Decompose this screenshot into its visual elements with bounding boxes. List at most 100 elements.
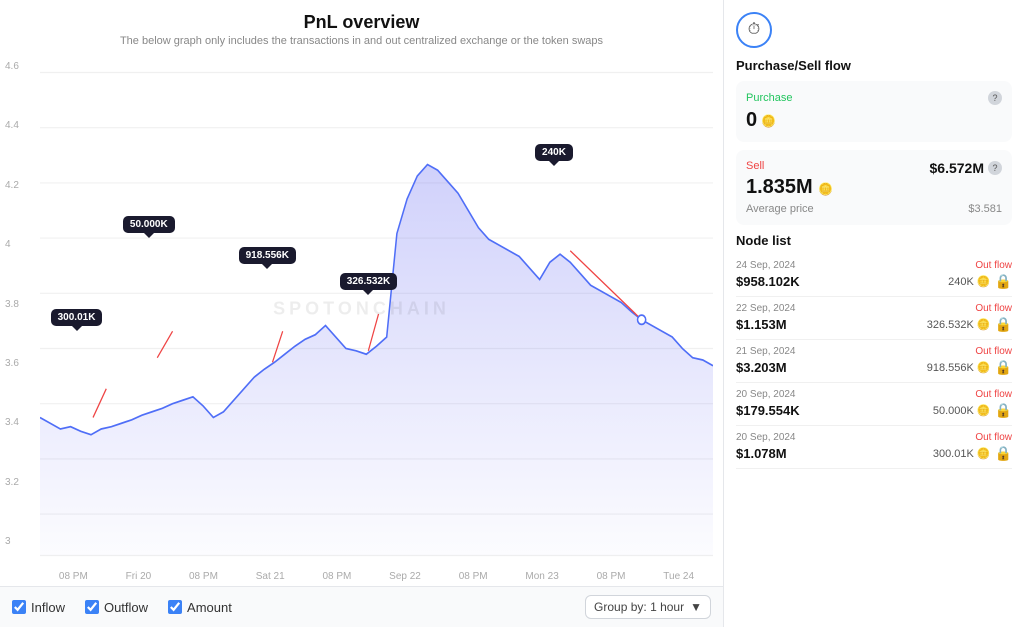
x-label-2: Fri 20 [126, 571, 152, 582]
node-list-title: Node list [736, 233, 1012, 248]
x-label-9: 08 PM [597, 571, 626, 582]
node-amount-row: $958.102K 240K 🪙 🔒 [736, 273, 1012, 290]
node-action-icon[interactable]: 🔒 [995, 359, 1012, 376]
x-label-5: 08 PM [322, 571, 351, 582]
y-axis: 4.6 4.4 4.2 4 3.8 3.6 3.4 3.2 3 [5, 61, 19, 547]
chart-area: 4.6 4.4 4.2 4 3.8 3.6 3.4 3.2 3 [0, 51, 723, 567]
chart-footer: Inflow Outflow Amount Group by: 1 hour ▼ [0, 586, 723, 627]
group-by-selector[interactable]: Group by: 1 hour ▼ [585, 595, 711, 619]
x-label-7: 08 PM [459, 571, 488, 582]
sell-coin-icon: 🪙 [818, 182, 833, 196]
x-label-3: 08 PM [189, 571, 218, 582]
node-list: 24 Sep, 2024 Out flow $958.102K 240K 🪙 🔒… [736, 254, 1012, 469]
node-action-icon[interactable]: 🔒 [995, 316, 1012, 333]
chart-label-918k: 918.556K [239, 247, 296, 264]
node-amount-row: $3.203M 918.556K 🪙 🔒 [736, 359, 1012, 376]
node-amount: $3.203M [736, 360, 787, 375]
list-item: 24 Sep, 2024 Out flow $958.102K 240K 🪙 🔒 [736, 254, 1012, 297]
y-label-6: 3.6 [5, 358, 19, 369]
y-label-5: 3.8 [5, 299, 19, 310]
node-date-row: 21 Sep, 2024 Out flow [736, 346, 1012, 357]
node-amount: $958.102K [736, 274, 800, 289]
node-action-icon[interactable]: 🔒 [995, 273, 1012, 290]
amount-checkbox[interactable] [168, 600, 182, 614]
sell-info-icon[interactable]: ? [988, 161, 1002, 175]
avg-price-label: Average price [746, 203, 814, 215]
right-panel: ⏱ Purchase/Sell flow Purchase ? 0 🪙 Sell… [724, 0, 1024, 627]
node-date-row: 22 Sep, 2024 Out flow [736, 303, 1012, 314]
avg-price-row: Average price $3.581 [746, 203, 1002, 215]
node-date: 24 Sep, 2024 [736, 260, 796, 271]
outflow-filter[interactable]: Outflow [85, 600, 148, 615]
node-date: 22 Sep, 2024 [736, 303, 796, 314]
node-flow-label: Out flow [975, 303, 1012, 314]
node-date-row: 20 Sep, 2024 Out flow [736, 432, 1012, 443]
node-date-row: 20 Sep, 2024 Out flow [736, 389, 1012, 400]
page-header: PnL overview The below graph only includ… [0, 0, 723, 51]
token-symbol-icon: ⏱ [748, 21, 760, 39]
y-label-4: 4 [5, 239, 19, 250]
list-item: 21 Sep, 2024 Out flow $3.203M 918.556K 🪙… [736, 340, 1012, 383]
avg-price-value: $3.581 [968, 203, 1002, 215]
sell-usd-value: $6.572M [930, 160, 984, 176]
page-title: PnL overview [0, 12, 723, 33]
node-date: 20 Sep, 2024 [736, 389, 796, 400]
node-amount: $1.153M [736, 317, 787, 332]
sell-label: Sell [746, 160, 764, 172]
outflow-label: Outflow [104, 600, 148, 615]
x-label-8: Mon 23 [525, 571, 558, 582]
node-amount: $1.078M [736, 446, 787, 461]
purchase-info-icon[interactable]: ? [988, 91, 1002, 105]
inflow-filter[interactable]: Inflow [12, 600, 65, 615]
purchase-coin-icon: 🪙 [761, 114, 776, 128]
node-amount-row: $1.153M 326.532K 🪙 🔒 [736, 316, 1012, 333]
node-action-icon[interactable]: 🔒 [995, 402, 1012, 419]
node-token-group: 50.000K 🪙 🔒 [933, 402, 1012, 419]
chart-label-326k: 326.532K [340, 273, 397, 290]
sell-block: Sell $6.572M ? 1.835M 🪙 Average price $3… [736, 150, 1012, 225]
outflow-checkbox[interactable] [85, 600, 99, 614]
x-label-6: Sep 22 [389, 571, 421, 582]
inflow-checkbox[interactable] [12, 600, 26, 614]
node-token-group: 326.532K 🪙 🔒 [927, 316, 1012, 333]
node-token: 240K 🪙 [948, 275, 990, 288]
amount-label: Amount [187, 600, 232, 615]
node-amount: $179.554K [736, 403, 800, 418]
page-subtitle: The below graph only includes the transa… [0, 35, 723, 47]
node-flow-label: Out flow [975, 432, 1012, 443]
node-amount-row: $1.078M 300.01K 🪙 🔒 [736, 445, 1012, 462]
chart-label-300k: 300.01K [51, 309, 103, 326]
list-item: 20 Sep, 2024 Out flow $179.554K 50.000K … [736, 383, 1012, 426]
inflow-label: Inflow [31, 600, 65, 615]
node-token: 326.532K 🪙 [927, 318, 991, 331]
sell-token-value: 1.835M 🪙 [746, 176, 1002, 199]
node-token-group: 918.556K 🪙 🔒 [927, 359, 1012, 376]
node-date: 20 Sep, 2024 [736, 432, 796, 443]
chart-label-50k: 50.000K [123, 216, 175, 233]
x-label-1: 08 PM [59, 571, 88, 582]
x-label-10: Tue 24 [663, 571, 694, 582]
section-title: Purchase/Sell flow [736, 58, 1012, 73]
node-action-icon[interactable]: 🔒 [995, 445, 1012, 462]
purchase-label: Purchase [746, 92, 792, 104]
price-chart [40, 61, 713, 567]
y-label-7: 3.4 [5, 417, 19, 428]
purchase-amount: 0 [746, 109, 757, 132]
y-label-3: 4.2 [5, 180, 19, 191]
node-flow-label: Out flow [975, 389, 1012, 400]
list-item: 22 Sep, 2024 Out flow $1.153M 326.532K 🪙… [736, 297, 1012, 340]
node-date: 21 Sep, 2024 [736, 346, 796, 357]
node-date-row: 24 Sep, 2024 Out flow [736, 260, 1012, 271]
token-icon: ⏱ [736, 12, 772, 48]
purchase-block: Purchase ? 0 🪙 [736, 81, 1012, 142]
y-label-2: 4.4 [5, 120, 19, 131]
node-flow-label: Out flow [975, 260, 1012, 271]
node-token-group: 300.01K 🪙 🔒 [933, 445, 1012, 462]
y-label-9: 3 [5, 536, 19, 547]
sell-header-row: Sell $6.572M ? [746, 160, 1002, 176]
node-flow-label: Out flow [975, 346, 1012, 357]
node-token: 918.556K 🪙 [927, 361, 991, 374]
list-item: 20 Sep, 2024 Out flow $1.078M 300.01K 🪙 … [736, 426, 1012, 469]
amount-filter[interactable]: Amount [168, 600, 232, 615]
node-amount-row: $179.554K 50.000K 🪙 🔒 [736, 402, 1012, 419]
